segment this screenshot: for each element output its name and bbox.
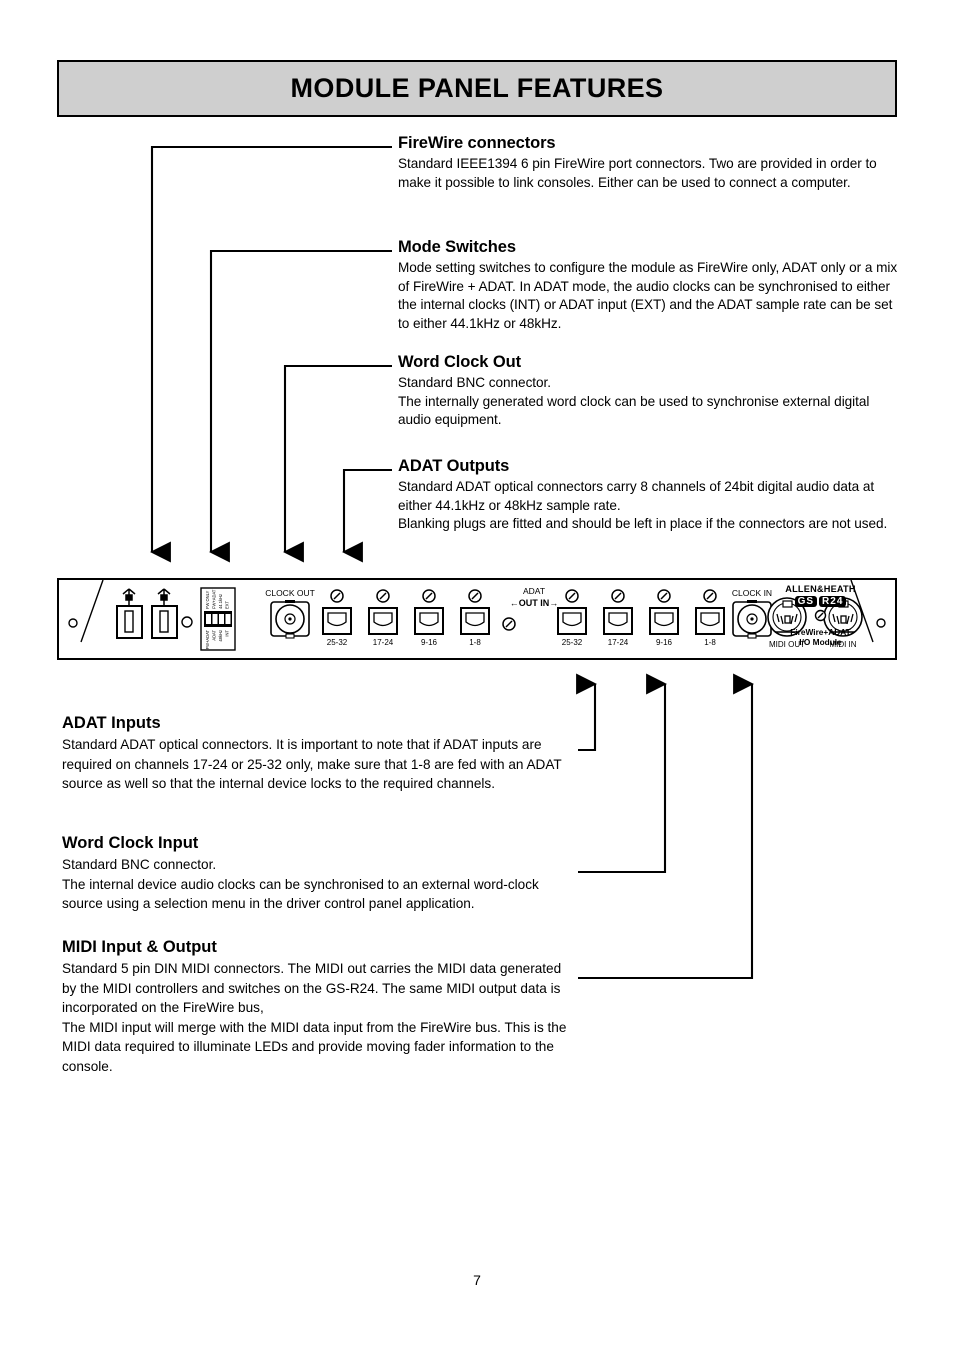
adat-in-4: 1-8 — [695, 589, 725, 647]
leader-adat-inputs — [576, 673, 598, 752]
callout-body: Standard ADAT optical connectors carry 8… — [398, 479, 888, 532]
svg-text:25-32: 25-32 — [562, 638, 583, 647]
svg-text:1-8: 1-8 — [704, 638, 716, 647]
clock-out-bnc — [270, 600, 310, 639]
dip-label-top-4: EXT — [225, 601, 230, 609]
module-line-2: I/O Module — [799, 637, 842, 647]
adat-in-1: 25-32 — [557, 589, 587, 647]
callout-title: MIDI Input & Output — [62, 938, 217, 956]
adat-direction-marking: ADAT ←OUT IN→ — [502, 586, 559, 631]
mode-switch-block: FW ONLY FW+ADAT 44.1kHz EXT FW+ADAT ADAT… — [200, 587, 236, 651]
callout-adat-inputs: ADAT Inputs Standard ADAT optical connec… — [62, 714, 574, 794]
module-screw — [753, 609, 888, 627]
rack-screw-left — [68, 618, 78, 628]
dip-label-bot-2: ADAT — [212, 630, 217, 641]
callout-mode-switches: Mode Switches Mode setting switches to c… — [398, 238, 898, 333]
callout-title: Word Clock Input — [62, 834, 199, 852]
dip-label-bot-1: FW+ADAT — [205, 630, 210, 650]
dip-label-top-3: 44.1kHz — [218, 594, 223, 609]
page-number: 7 — [473, 1272, 481, 1288]
clock-out-label: CLOCK OUT — [265, 588, 315, 598]
adat-output-connectors: 25-32 17-24 9-16 1-8 — [322, 589, 490, 647]
callout-body: Standard 5 pin DIN MIDI connectors. The … — [62, 961, 567, 1074]
model-badge: GS R24 — [753, 596, 888, 607]
callout-body: Standard IEEE1394 6 pin FireWire port co… — [398, 156, 877, 190]
document-page: MODULE PANEL FEATURES FireWire connector… — [0, 0, 954, 1350]
brand-name: ALLEN&HEATH — [785, 584, 856, 594]
callout-adat-outputs: ADAT Outputs Standard ADAT optical conne… — [398, 457, 898, 534]
module-line-1: FireWire+ADAT — [790, 627, 851, 637]
adat-input-connectors: 25-32 17-24 9-16 1-8 — [557, 589, 725, 647]
callout-title: Word Clock Out — [398, 353, 521, 371]
leader-lines — [149, 145, 755, 980]
svg-text:17-24: 17-24 — [373, 638, 394, 647]
callout-body: Mode setting switches to configure the m… — [398, 260, 898, 331]
leader-adat-outputs — [341, 468, 392, 563]
dip-label-top-1: FW ONLY — [205, 590, 210, 609]
callout-body: Standard BNC connector. The internal devi… — [62, 857, 539, 912]
callout-body: Standard ADAT optical connectors. It is … — [62, 737, 562, 792]
leader-word-clock-input — [578, 673, 668, 874]
adat-out-1: 25-32 — [322, 589, 352, 647]
callout-body: Standard BNC connector. The internally ge… — [398, 375, 870, 428]
callout-word-clock-input: Word Clock Input Standard BNC connector.… — [62, 834, 574, 914]
adat-out-2: 17-24 — [368, 589, 398, 647]
page-title: MODULE PANEL FEATURES — [290, 73, 664, 103]
svg-text:25-32: 25-32 — [327, 638, 348, 647]
callout-title: Mode Switches — [398, 238, 516, 256]
model-badge-right: R24 — [819, 596, 847, 607]
adat-out-4: 1-8 — [460, 589, 490, 647]
model-badge-left: GS — [794, 596, 818, 607]
adat-in-2: 17-24 — [603, 589, 633, 647]
callout-title: ADAT Inputs — [62, 714, 161, 732]
leader-mode-switches — [208, 249, 392, 563]
firewire-port-1 — [116, 588, 143, 639]
firewire-port-2 — [151, 588, 178, 639]
rack-ear-left-bevel — [80, 580, 104, 643]
leader-firewire — [149, 145, 392, 563]
callout-word-clock-out: Word Clock Out Standard BNC connector. Th… — [398, 353, 898, 430]
rear-panel-diagram: FW ONLY FW+ADAT 44.1kHz EXT FW+ADAT ADAT… — [57, 578, 897, 660]
leader-midi — [578, 673, 755, 980]
svg-text:←OUT IN→: ←OUT IN→ — [510, 598, 559, 608]
callout-midi-input-output: MIDI Input & Output Standard 5 pin DIN M… — [62, 938, 574, 1077]
svg-text:17-24: 17-24 — [608, 638, 629, 647]
dip-label-bot-3: 48kHz — [218, 630, 223, 642]
dip-label-top-2: FW+ADAT — [212, 589, 217, 609]
brand-block: ALLEN&HEATH GS R24 FireWire+ADAT I/O Mod… — [753, 584, 888, 647]
callout-title: ADAT Outputs — [398, 457, 510, 475]
panel-screw-firewire — [181, 616, 193, 628]
leader-word-clock-out — [282, 364, 392, 563]
svg-text:ADAT: ADAT — [523, 586, 545, 596]
svg-text:9-16: 9-16 — [421, 638, 438, 647]
callout-firewire-connectors: FireWire connectors Standard IEEE1394 6 … — [398, 134, 898, 192]
page-header-banner: MODULE PANEL FEATURES — [57, 60, 897, 117]
svg-text:9-16: 9-16 — [656, 638, 673, 647]
dip-label-bot-4: INT — [225, 630, 230, 637]
svg-text:1-8: 1-8 — [469, 638, 481, 647]
callout-title: FireWire connectors — [398, 134, 556, 152]
adat-out-3: 9-16 — [414, 589, 444, 647]
adat-in-3: 9-16 — [649, 589, 679, 647]
